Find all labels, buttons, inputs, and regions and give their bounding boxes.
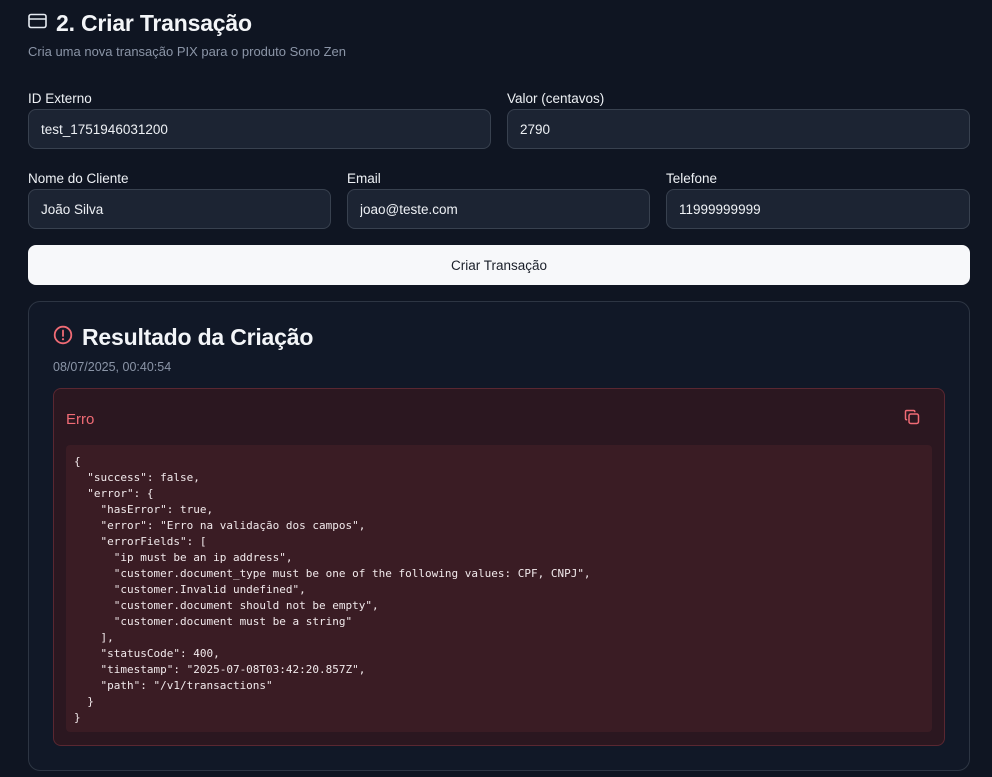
amount-label: Valor (centavos) <box>507 91 605 106</box>
error-panel: Erro { "success": false, "error": { "has… <box>53 388 945 746</box>
page-title: 2. Criar Transação <box>56 9 252 36</box>
copy-icon <box>904 409 920 430</box>
result-title: Resultado da Criação <box>82 324 314 350</box>
phone-label: Telefone <box>666 171 718 186</box>
section-header: 2. Criar Transação Cria uma nova transaç… <box>28 8 346 60</box>
result-timestamp: 08/07/2025, 00:40:54 <box>53 360 172 374</box>
create-transaction-button[interactable]: Criar Transação <box>28 245 970 285</box>
amount-input[interactable] <box>507 109 970 149</box>
email-input[interactable] <box>347 189 650 229</box>
error-label: Erro <box>66 411 95 428</box>
copy-button[interactable] <box>902 409 922 429</box>
external-id-label: ID Externo <box>28 91 92 106</box>
result-card: Resultado da Criação 08/07/2025, 00:40:5… <box>28 301 970 771</box>
result-title-row: Resultado da Criação <box>53 324 313 351</box>
email-label: Email <box>347 171 381 186</box>
title-row: 2. Criar Transação <box>28 8 346 38</box>
phone-input[interactable] <box>666 189 970 229</box>
error-json-code: { "success": false, "error": { "hasError… <box>66 445 932 732</box>
customer-name-label: Nome do Cliente <box>28 171 129 186</box>
credit-card-icon <box>28 13 47 34</box>
alert-circle-icon <box>53 325 73 350</box>
page: 2. Criar Transação Cria uma nova transaç… <box>0 0 992 777</box>
customer-name-input[interactable] <box>28 189 331 229</box>
external-id-input[interactable] <box>28 109 491 149</box>
page-subtitle: Cria uma nova transação PIX para o produ… <box>28 44 346 59</box>
